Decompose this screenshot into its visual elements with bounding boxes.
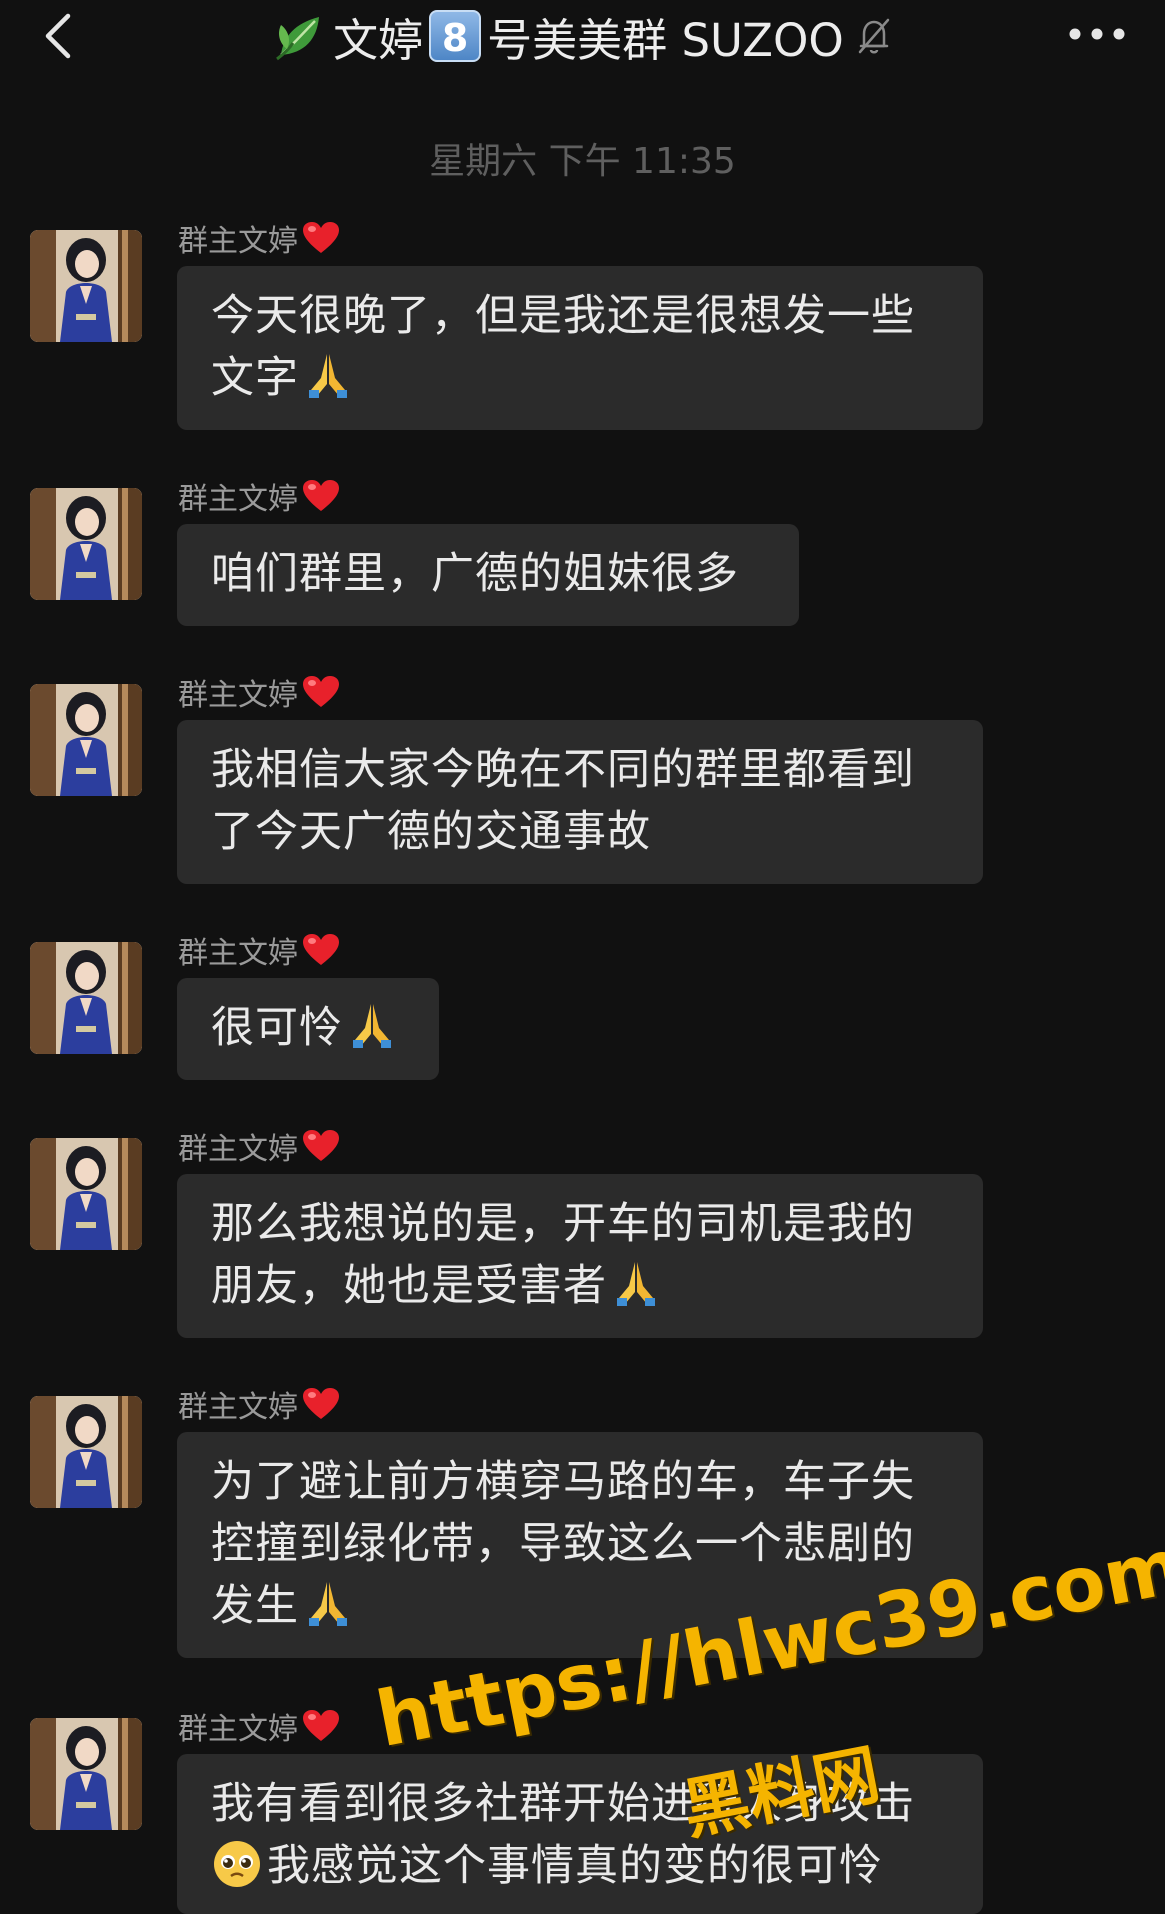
title-prefix: 文婷 bbox=[333, 13, 424, 67]
avatar[interactable] bbox=[30, 1396, 142, 1508]
avatar[interactable] bbox=[30, 488, 142, 600]
message-line: 那么我想说的是，开车的司机是我的 bbox=[211, 1199, 915, 1249]
heart-icon bbox=[303, 1710, 339, 1741]
heart-icon bbox=[303, 222, 339, 253]
title-suffix: 号美美群 SUZOO bbox=[487, 13, 844, 67]
sender-name: 群主文婷 bbox=[178, 474, 340, 518]
message-bubble[interactable]: 那么我想说的是，开车的司机是我的 朋友，她也是受害者 bbox=[177, 1174, 983, 1338]
message-bubble[interactable]: 今天很晚了，但是我还是很想发一些 文字 bbox=[177, 266, 983, 430]
heart-icon bbox=[303, 1130, 339, 1161]
heart-icon bbox=[303, 934, 339, 965]
folded-hands-emoji-icon bbox=[309, 1582, 347, 1626]
message-line: 今天很晚了，但是我还是很想发一些 bbox=[211, 291, 915, 341]
sender-name: 群主文婷 bbox=[178, 1124, 340, 1168]
message-line-with-emoji: 发生 bbox=[211, 1575, 949, 1637]
message-bubble[interactable]: 咱们群里，广德的姐妹很多 bbox=[177, 524, 799, 626]
bell-off-icon bbox=[858, 18, 890, 54]
message-line-with-emoji: 我感觉这个事情真的变的很可怜 bbox=[211, 1835, 949, 1897]
avatar-image bbox=[30, 488, 142, 600]
message-line: 为了避让前方横穿马路的车，车子失 bbox=[211, 1457, 915, 1507]
sender-name: 群主文婷 bbox=[178, 1704, 340, 1748]
heart-icon bbox=[303, 480, 339, 511]
heart-icon bbox=[303, 676, 339, 707]
avatar-image bbox=[30, 1396, 142, 1508]
folded-hands-emoji-icon bbox=[309, 354, 347, 398]
title-number-badge: 8 bbox=[429, 10, 482, 62]
sender-name: 群主文婷 bbox=[178, 670, 340, 714]
sender-name: 群主文婷 bbox=[178, 216, 340, 260]
message-bubble[interactable]: 为了避让前方横穿马路的车，车子失 控撞到绿化带，导致这么一个悲剧的 发生 bbox=[177, 1432, 983, 1658]
more-options-button[interactable] bbox=[1065, 22, 1129, 46]
more-dots-icon bbox=[1069, 28, 1125, 40]
avatar-image bbox=[30, 942, 142, 1054]
sender-name: 群主文婷 bbox=[178, 928, 340, 972]
avatar[interactable] bbox=[30, 942, 142, 1054]
avatar[interactable] bbox=[30, 1138, 142, 1250]
chat-header: 文婷 8 号美美群 SUZOO bbox=[0, 0, 1165, 80]
message-line-with-emoji: 很可怜 bbox=[211, 997, 405, 1059]
folded-hands-emoji-icon bbox=[353, 1004, 391, 1048]
sender-name: 群主文婷 bbox=[178, 1382, 340, 1426]
avatar[interactable] bbox=[30, 684, 142, 796]
avatar[interactable] bbox=[30, 1718, 142, 1830]
chat-timestamp: 星期六 下午 11:35 bbox=[429, 141, 736, 182]
chat-title: 文婷 8 号美美群 SUZOO bbox=[0, 6, 1165, 67]
avatar-image bbox=[30, 230, 142, 342]
message-line-with-emoji: 朋友，她也是受害者 bbox=[211, 1255, 949, 1317]
avatar-image bbox=[30, 1138, 142, 1250]
heart-icon bbox=[303, 1388, 339, 1419]
avatar-image bbox=[30, 1718, 142, 1830]
folded-hands-emoji-icon bbox=[617, 1262, 655, 1306]
pleading-face-emoji-icon bbox=[214, 1841, 260, 1887]
message-bubble[interactable]: 我有看到很多社群开始进行人身攻击 我感觉这个事情真的变的很可怜 bbox=[177, 1754, 983, 1914]
message-line: 我有看到很多社群开始进行人身攻击 bbox=[211, 1779, 915, 1829]
message-line-with-emoji: 文字 bbox=[211, 347, 949, 409]
message-line: 咱们群里，广德的姐妹很多 bbox=[211, 549, 739, 599]
leaf-icon bbox=[276, 17, 320, 61]
message-line: 控撞到绿化带，导致这么一个悲剧的 bbox=[211, 1519, 915, 1569]
message-line: 我相信大家今晚在不同的群里都看到 bbox=[211, 745, 915, 795]
message-bubble[interactable]: 很可怜 bbox=[177, 978, 439, 1080]
message-bubble[interactable]: 我相信大家今晚在不同的群里都看到 了今天广德的交通事故 bbox=[177, 720, 983, 884]
avatar-image bbox=[30, 684, 142, 796]
avatar[interactable] bbox=[30, 230, 142, 342]
message-line: 了今天广德的交通事故 bbox=[211, 807, 651, 857]
